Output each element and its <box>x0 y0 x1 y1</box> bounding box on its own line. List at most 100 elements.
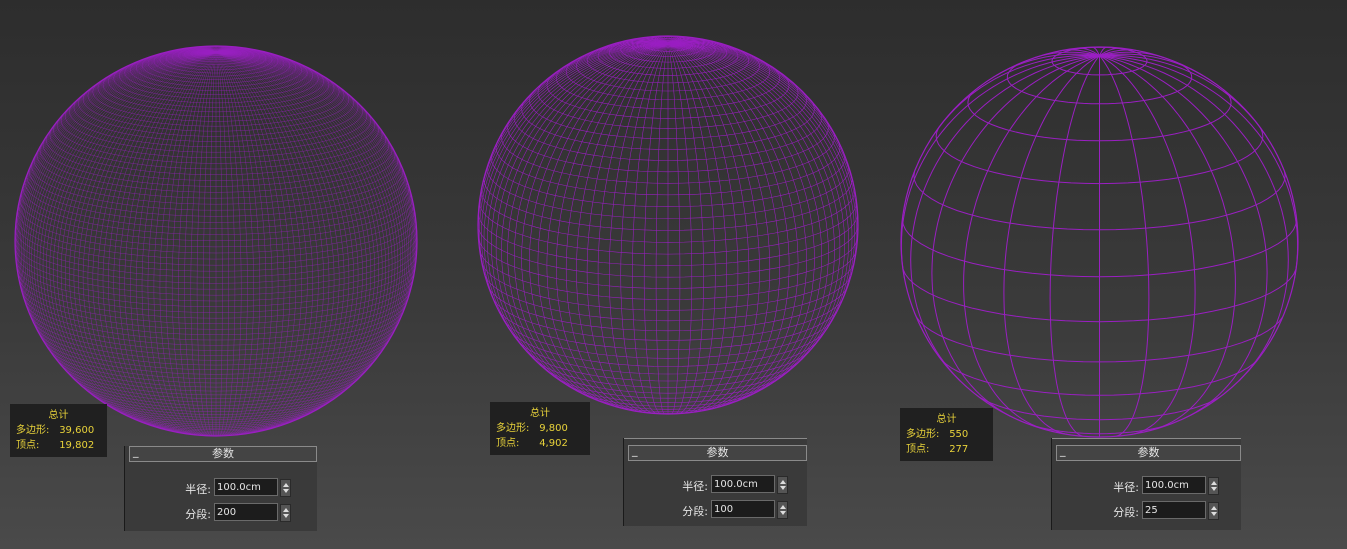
meridian-line <box>26 51 217 401</box>
meridian-line <box>141 51 217 435</box>
radius-input[interactable] <box>1142 476 1206 494</box>
segments-spinner-icon[interactable] <box>777 501 788 519</box>
radius-label: 半径: <box>1113 481 1139 494</box>
meridian-line <box>215 51 386 421</box>
radius-input[interactable] <box>711 475 775 493</box>
meridian-line <box>215 51 291 435</box>
meridian-line <box>209 52 217 437</box>
radius-input[interactable] <box>214 478 278 496</box>
verts-label: 顶点: <box>496 438 520 449</box>
meridian-line <box>215 51 413 371</box>
polys-label: 多边形: <box>906 429 940 440</box>
segments-spinner-icon[interactable] <box>1208 502 1219 520</box>
stats-overlay: 总计 多边形: 39,600 顶点: 19,802 <box>10 404 107 457</box>
segments-label: 分段: <box>1113 506 1139 519</box>
segments-spinner-icon[interactable] <box>280 504 291 522</box>
meridian-line <box>667 43 859 226</box>
rollout-title: 参数 <box>212 447 234 460</box>
meridian-line <box>667 43 822 401</box>
meridian-line <box>667 43 780 411</box>
meridian-line <box>667 43 841 387</box>
sphere-wireframe[interactable] <box>14 45 418 437</box>
meridian-line <box>108 51 217 434</box>
meridian-line <box>22 51 216 190</box>
meridian-line <box>31 51 217 407</box>
meridian-line <box>1099 55 1150 437</box>
meridian-line <box>934 54 1100 134</box>
viewport-1[interactable]: 总计 多边形: 39,600 顶点: 19,802 _ 参数 半径: 分段: <box>0 0 460 549</box>
stats-overlay: 总计 多边形: 9,800 顶点: 4,902 <box>490 402 590 455</box>
meridian-line <box>215 51 296 435</box>
rollout-header[interactable]: _ 参数 <box>628 444 807 461</box>
polys-label: 多边形: <box>496 423 530 434</box>
viewport-3[interactable]: 总计 多边形: 550 顶点: 277 _ 参数 半径: 分段: <box>900 0 1347 549</box>
radius-spinner-icon[interactable] <box>1208 477 1219 495</box>
verts-label: 顶点: <box>16 440 40 451</box>
meridian-line <box>1099 53 1203 76</box>
collapse-icon[interactable]: _ <box>1060 444 1066 457</box>
meridian-line <box>19 51 217 371</box>
meridian-line <box>537 43 669 408</box>
meridian-line <box>113 51 217 434</box>
meridian-line <box>556 43 669 411</box>
parameters-panel: _ 参数 半径: 分段: <box>1051 438 1241 530</box>
meridian-line <box>215 51 319 434</box>
meridian-line <box>65 51 217 428</box>
rollout-header[interactable]: _ 参数 <box>1056 444 1241 461</box>
meridian-line <box>501 43 669 392</box>
radius-label: 半径: <box>185 483 211 496</box>
segments-input[interactable] <box>1142 501 1206 519</box>
meridian-line <box>963 55 1100 430</box>
meridian-line <box>482 43 668 183</box>
parameters-panel: _ 参数 半径: 分段: <box>124 445 317 531</box>
rollout-header[interactable]: _ 参数 <box>129 445 317 462</box>
sphere-wireframe[interactable] <box>477 35 859 415</box>
verts-label: 顶点: <box>906 444 930 455</box>
polys-value: 39,600 <box>59 425 95 436</box>
polys-value: 9,800 <box>539 423 568 434</box>
polys-value: 550 <box>949 429 969 440</box>
verts-value: 19,802 <box>59 440 95 451</box>
collapse-icon[interactable]: _ <box>133 445 139 458</box>
meridian-line <box>495 43 669 387</box>
meridian-line <box>215 51 330 434</box>
meridian-line <box>521 43 669 404</box>
radius-spinner-icon[interactable] <box>777 476 788 494</box>
segments-input[interactable] <box>711 500 775 518</box>
meridian-line <box>147 51 217 435</box>
meridian-line <box>215 51 367 428</box>
meridian-line <box>69 51 217 429</box>
stats-overlay: 总计 多边形: 550 顶点: 277 <box>900 408 993 461</box>
meridian-line <box>900 55 1100 278</box>
meridian-line <box>1099 55 1299 278</box>
polys-label: 多边形: <box>16 425 50 436</box>
meridian-line <box>46 51 217 421</box>
meridian-line <box>1099 55 1236 430</box>
viewport-2[interactable]: 总计 多边形: 9,800 顶点: 4,902 _ 参数 半径: 分段: <box>460 0 900 549</box>
stats-title: 总计 <box>48 410 69 421</box>
meridian-line <box>1099 54 1265 134</box>
meridian-line <box>514 43 669 401</box>
meridian-line <box>136 51 217 435</box>
meridian-line <box>667 43 835 392</box>
meridian-line <box>667 43 849 366</box>
meridian-line <box>102 51 217 434</box>
rollout-title: 参数 <box>1137 446 1160 459</box>
meridian-line <box>215 51 401 407</box>
segments-input[interactable] <box>214 503 278 521</box>
meridian-line <box>216 51 410 190</box>
verts-value: 277 <box>949 444 969 455</box>
sphere-wireframe[interactable] <box>900 46 1299 438</box>
meridian-line <box>215 51 406 401</box>
meridian-line <box>667 43 815 404</box>
meridian-line <box>996 53 1100 76</box>
segments-label: 分段: <box>682 505 708 518</box>
segments-label: 分段: <box>185 508 211 521</box>
meridian-line <box>215 51 324 434</box>
meridian-line <box>487 43 669 366</box>
collapse-icon[interactable]: _ <box>632 444 638 457</box>
rollout-title: 参数 <box>706 446 729 459</box>
radius-spinner-icon[interactable] <box>280 479 291 497</box>
meridian-line <box>668 43 854 183</box>
meridian-line <box>1049 55 1100 437</box>
